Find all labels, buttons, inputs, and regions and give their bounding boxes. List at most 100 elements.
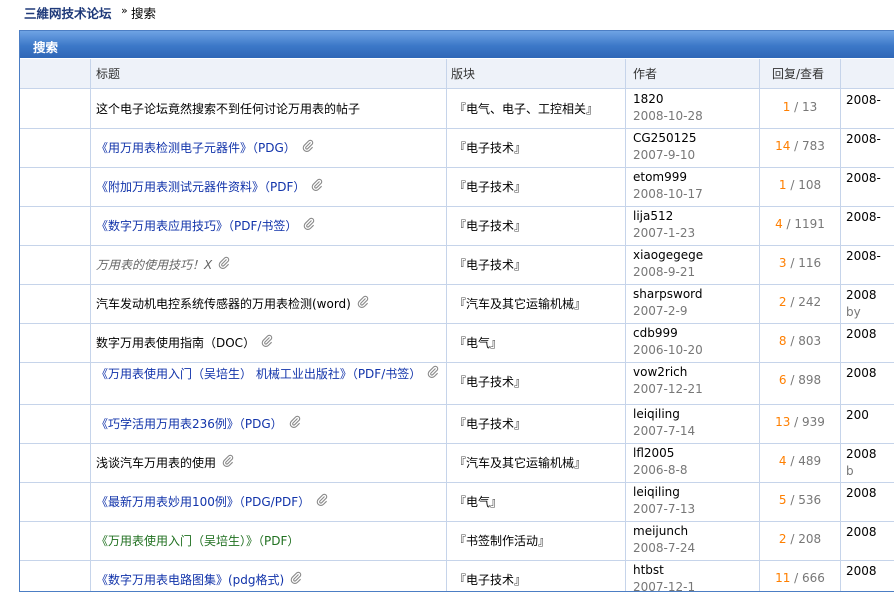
forum-link[interactable]: 『电气』 [454, 493, 502, 510]
post-date: 2008-10-17 [633, 187, 703, 201]
thread-title-link[interactable]: 浅谈汽车万用表的使用 [96, 454, 234, 471]
thread-title-link[interactable]: 《万用表使用入门（吴培生）》（PDF） [96, 532, 299, 549]
author-link[interactable]: cdb999 [633, 326, 678, 340]
last-post-date: 2008- [846, 210, 881, 224]
reply-count: 8 [778, 334, 787, 348]
forum-link[interactable]: 『电子技术』 [454, 217, 526, 234]
post-date: 2007-1-23 [633, 226, 696, 240]
view-count: 13 [802, 100, 818, 114]
paperclip-icon [302, 139, 314, 156]
author-link[interactable]: xiaogegege [633, 248, 703, 262]
thread-title-link[interactable]: 汽车发动机电控系统传感器的万用表检测(word) [96, 295, 369, 312]
reply-view-count: 2 / 208 [778, 532, 822, 546]
author-link[interactable]: sharpsword [633, 287, 703, 301]
forum-link[interactable]: 『电子技术』 [454, 415, 526, 432]
forum-link[interactable]: 『书签制作活动』 [454, 532, 550, 549]
thread-title-link[interactable]: 《用万用表检测电子元器件》（PDG） [96, 139, 314, 156]
thread-title-link[interactable]: 《万用表使用入门（吴培生） 机械工业出版社》（PDF/书签） [96, 365, 441, 384]
forum-link[interactable]: 『电气』 [454, 334, 502, 351]
last-post-cell: 200 [846, 407, 869, 424]
last-post-cell: 2008 [846, 563, 877, 580]
reply-count: 6 [778, 373, 787, 387]
thread-title-link[interactable]: 万用表的使用技巧！X [96, 256, 230, 273]
thread-title: 这个电子论坛竟然搜索不到任何讨论万用表的帖子 [96, 102, 361, 116]
last-post-date: 2008 [846, 564, 877, 578]
author-link[interactable]: vow2rich [633, 365, 687, 379]
view-count: 116 [798, 256, 822, 270]
last-post-cell: 2008- [846, 248, 881, 265]
breadcrumb-current: 搜索 [131, 6, 157, 21]
header-forum: 版块 [451, 67, 476, 81]
forum-link[interactable]: 『电子技术』 [454, 373, 526, 390]
view-count: 242 [798, 295, 822, 309]
thread-title: 《用万用表检测电子元器件》（PDG） [96, 141, 296, 155]
thread-title-link[interactable]: 数字万用表使用指南（DOC） [96, 334, 273, 351]
reply-view-count: 1 / 108 [778, 178, 822, 192]
author-link[interactable]: htbst [633, 563, 664, 577]
last-post-cell: 2008- [846, 131, 881, 148]
paperclip-icon [289, 415, 301, 432]
paperclip-icon [222, 454, 234, 471]
thread-title: 《万用表使用入门（吴培生） 机械工业出版社》（PDF/书签） [96, 367, 422, 381]
forum-link[interactable]: 『电气、电子、工控相关』 [454, 100, 598, 117]
last-post-date: 2008 [846, 525, 877, 539]
last-post-date: 2008 [846, 447, 877, 461]
last-post-cell: 2008 [846, 326, 877, 343]
forum-link[interactable]: 『电子技术』 [454, 178, 526, 195]
author-link[interactable]: etom999 [633, 170, 687, 184]
view-count: 666 [802, 571, 825, 585]
post-date: 2007-12-21 [633, 382, 703, 396]
author-cell: 1820 2008-10-28 [633, 91, 703, 125]
table-row: 《附加万用表测试元器件资料》（PDF） 『电子技术』 etom999 2008-10-… [20, 167, 894, 207]
search-results-panel: 搜索 标题 版块 作者 回复/查看 这个电子论坛竟然搜索不到任何讨论万用表的帖子… [19, 30, 894, 592]
author-link[interactable]: CG250125 [633, 131, 697, 145]
breadcrumb-home-link[interactable]: 三維网技术论坛 [24, 3, 112, 22]
forum-link[interactable]: 『电子技术』 [454, 256, 526, 273]
post-date: 2007-2-9 [633, 304, 688, 318]
thread-title-link[interactable]: 《数字万用表电路图集》(pdg格式) [96, 571, 302, 588]
reply-view-count: 3 / 116 [778, 256, 822, 270]
paperclip-icon [316, 493, 328, 510]
paperclip-icon [218, 256, 230, 273]
reply-view-count: 8 / 803 [778, 334, 822, 348]
last-post-date: 2008- [846, 93, 881, 107]
author-link[interactable]: leiqiling [633, 407, 680, 421]
thread-title-link[interactable]: 《附加万用表测试元器件资料》（PDF） [96, 178, 323, 195]
reply-view-count: 5 / 536 [778, 493, 822, 507]
thread-title: 《万用表使用入门（吴培生）》（PDF） [96, 534, 300, 548]
reply-view-count: 4 / 1191 [775, 217, 825, 231]
last-post-cell: 2008 [846, 485, 877, 502]
forum-link[interactable]: 『汽车及其它运输机械』 [454, 295, 586, 312]
table-header: 标题 版块 作者 回复/查看 [20, 59, 894, 89]
table-row: 汽车发动机电控系统传感器的万用表检测(word) 『汽车及其它运输机械』 sharp… [20, 284, 894, 324]
author-cell: vow2rich 2007-12-21 [633, 364, 703, 398]
table-row: 《最新万用表妙用100例》（PDG/PDF） 『电气』 leiqiling 2007-… [20, 482, 894, 522]
paperclip-icon [427, 365, 439, 384]
forum-link[interactable]: 『电子技术』 [454, 139, 526, 156]
header-author: 作者 [633, 67, 658, 81]
author-cell: meijunch 2008-7-24 [633, 523, 695, 557]
thread-title: 汽车发动机电控系统传感器的万用表检测(word) [96, 297, 351, 311]
paperclip-icon [290, 571, 302, 588]
post-date: 2007-9-10 [633, 148, 696, 162]
thread-title-link[interactable]: 《最新万用表妙用100例》（PDG/PDF） [96, 493, 328, 510]
thread-title: 《最新万用表妙用100例》（PDG/PDF） [96, 495, 311, 509]
forum-link[interactable]: 『汽车及其它运输机械』 [454, 454, 586, 471]
view-count: 208 [798, 532, 822, 546]
author-cell: sharpsword 2007-2-9 [633, 286, 703, 320]
table-row: 《万用表使用入门（吴培生） 机械工业出版社》（PDF/书签） 『电子技术』 vow2… [20, 362, 894, 405]
panel-title: 搜索 [33, 40, 59, 55]
author-link[interactable]: lfl2005 [633, 446, 674, 460]
thread-title: 《巧学活用万用表236例》（PDG） [96, 417, 283, 431]
author-link[interactable]: leiqiling [633, 485, 680, 499]
reply-view-count: 14 / 783 [775, 139, 825, 153]
reply-view-count: 13 / 939 [775, 415, 825, 429]
author-link[interactable]: lija512 [633, 209, 673, 223]
author-link[interactable]: meijunch [633, 524, 688, 538]
thread-title-link[interactable]: 《巧学活用万用表236例》（PDG） [96, 415, 301, 432]
thread-title-link[interactable]: 《数字万用表应用技巧》（PDF/书签） [96, 217, 315, 234]
thread-title-link[interactable]: 这个电子论坛竟然搜索不到任何讨论万用表的帖子 [96, 100, 360, 117]
author-link[interactable]: 1820 [633, 92, 664, 106]
reply-count: 4 [775, 217, 783, 231]
forum-link[interactable]: 『电子技术』 [454, 571, 526, 588]
